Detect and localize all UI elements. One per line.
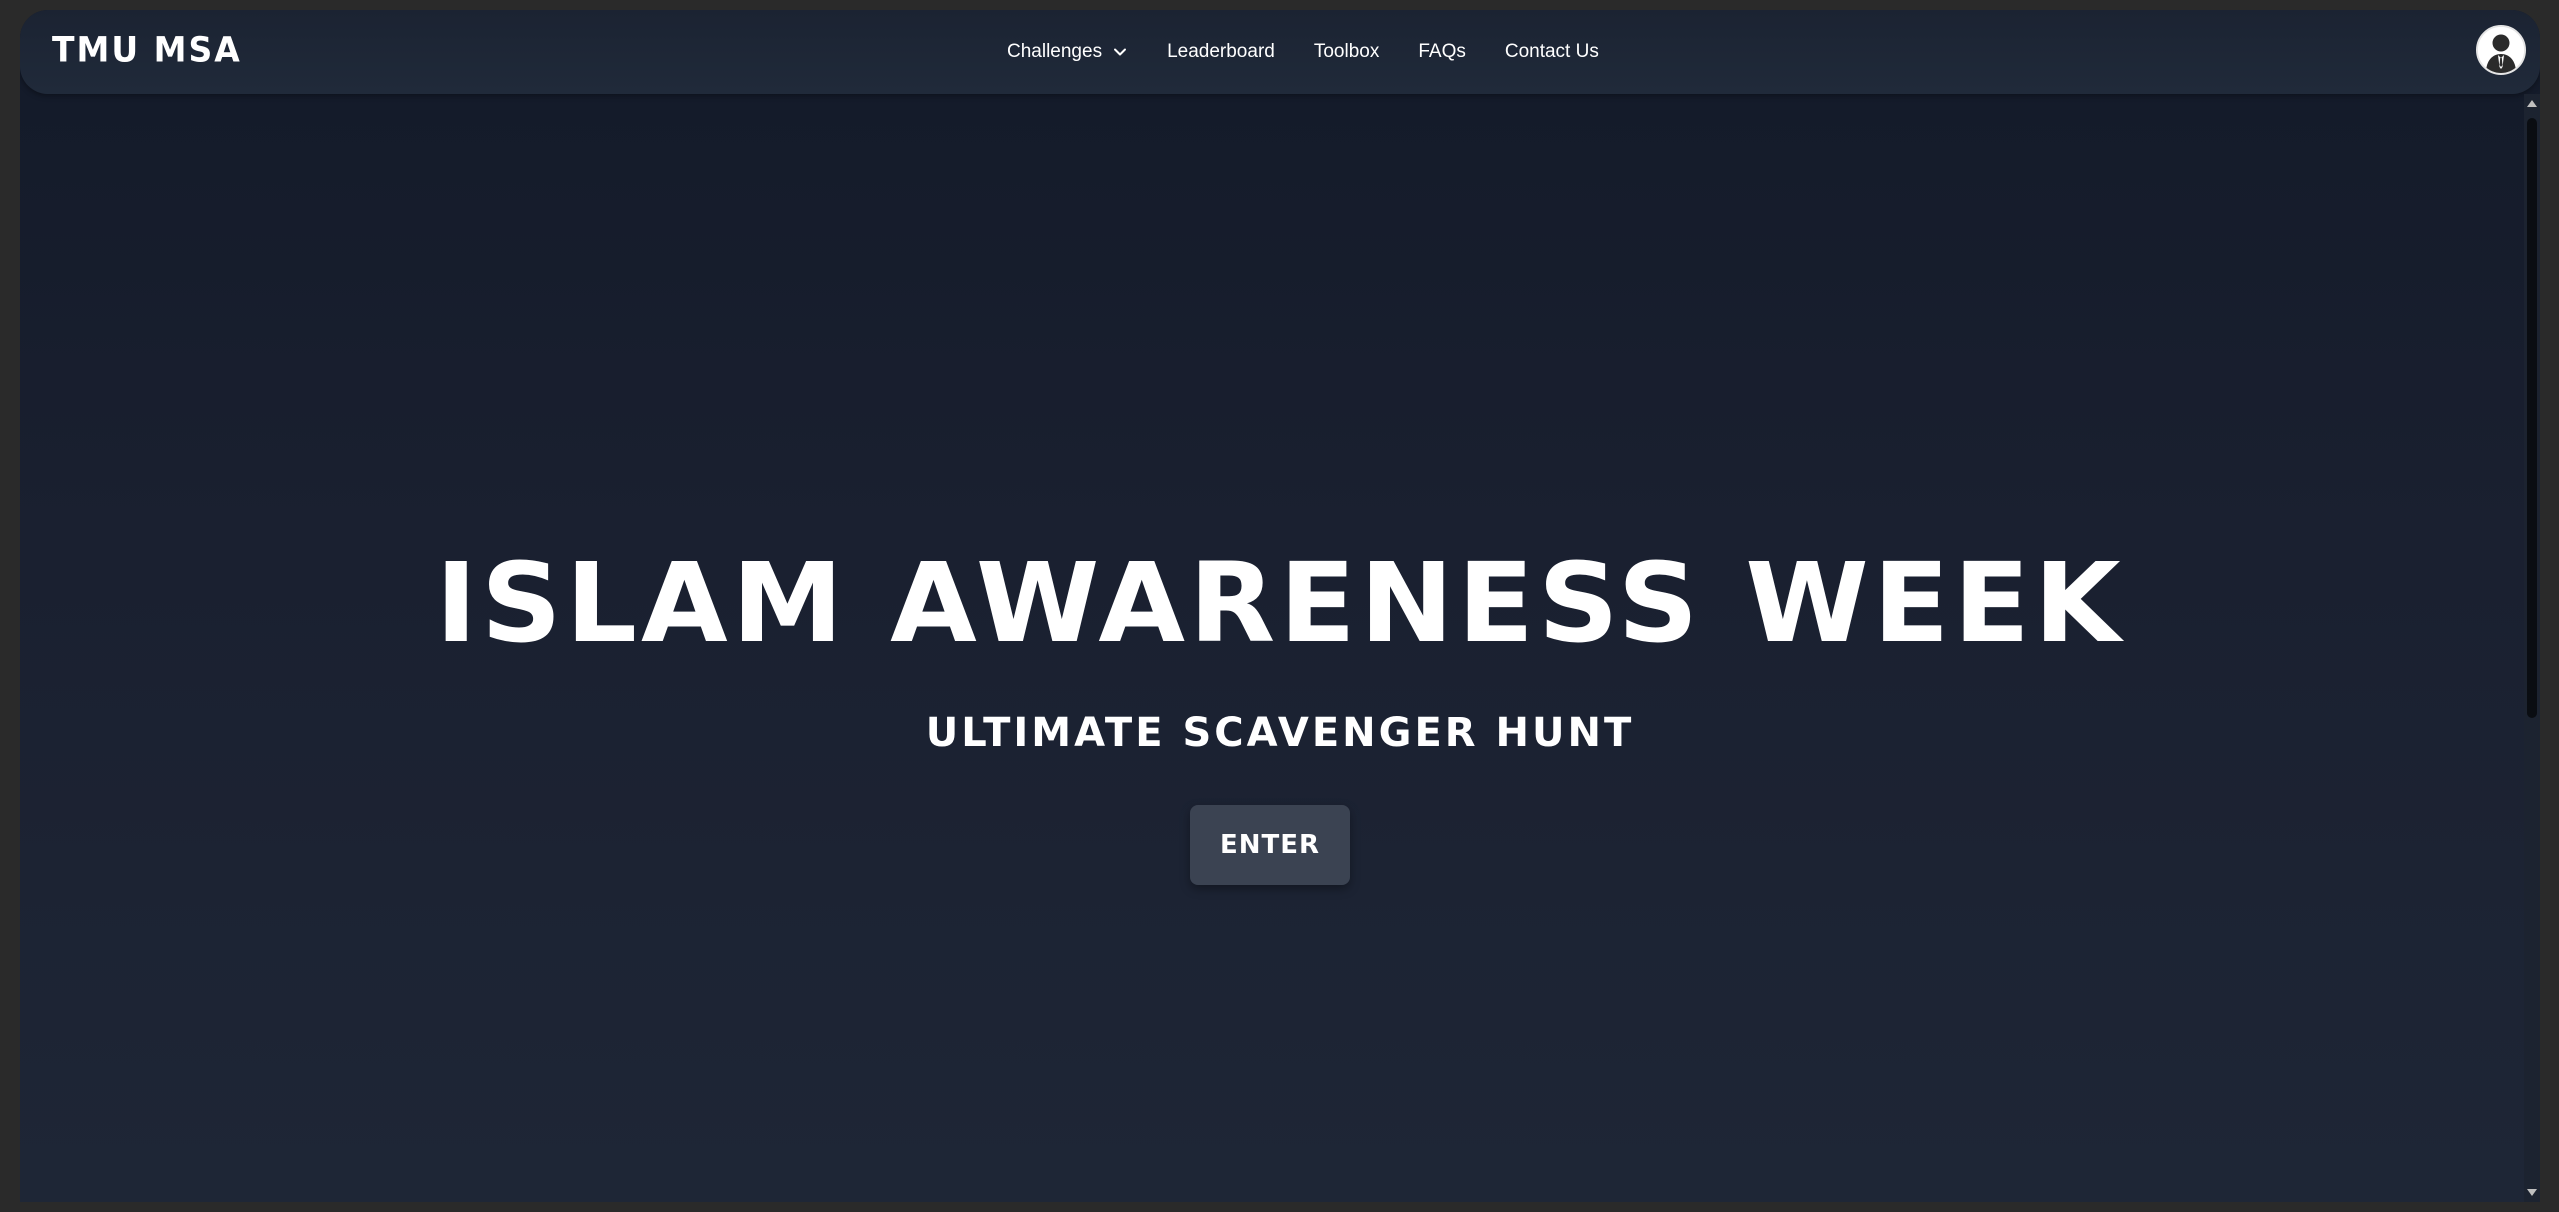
nav-item-label: Toolbox — [1313, 41, 1380, 62]
chevron-down-icon — [1112, 44, 1128, 60]
scroll-up-arrow-icon[interactable] — [2527, 100, 2537, 107]
nav-item-faqs[interactable]: FAQs — [1418, 41, 1466, 63]
scroll-down-arrow-icon[interactable] — [2527, 1189, 2537, 1196]
nav-item-leaderboard[interactable]: Leaderboard — [1167, 41, 1275, 63]
scrollbar-thumb[interactable] — [2527, 118, 2537, 718]
hero-title: ISLAM AWARENESS WEEK — [435, 540, 2125, 668]
browser-page: TMU MSA Challenges Leaderboard Toolbox F… — [20, 10, 2540, 1202]
nav-item-label: Contact Us — [1504, 41, 1599, 62]
vertical-scrollbar[interactable] — [2524, 94, 2540, 1202]
top-navbar: TMU MSA Challenges Leaderboard Toolbox F… — [20, 10, 2540, 94]
enter-button[interactable]: ENTER — [1190, 805, 1350, 885]
nav-item-toolbox[interactable]: Toolbox — [1314, 41, 1380, 63]
nav-item-label: FAQs — [1418, 41, 1466, 62]
nav-item-label: Challenges — [1007, 41, 1103, 62]
nav-item-label: Leaderboard — [1167, 41, 1275, 62]
brand-logo[interactable]: TMU MSA — [52, 29, 242, 70]
nav-item-contact-us[interactable]: Contact Us — [1505, 41, 1599, 63]
hero-subtitle: ULTIMATE SCAVENGER HUNT — [925, 710, 1635, 756]
user-avatar-icon[interactable] — [2476, 25, 2526, 75]
nav-menu: Challenges Leaderboard Toolbox FAQs Cont… — [1007, 10, 1599, 94]
nav-item-challenges[interactable]: Challenges — [1007, 41, 1128, 63]
